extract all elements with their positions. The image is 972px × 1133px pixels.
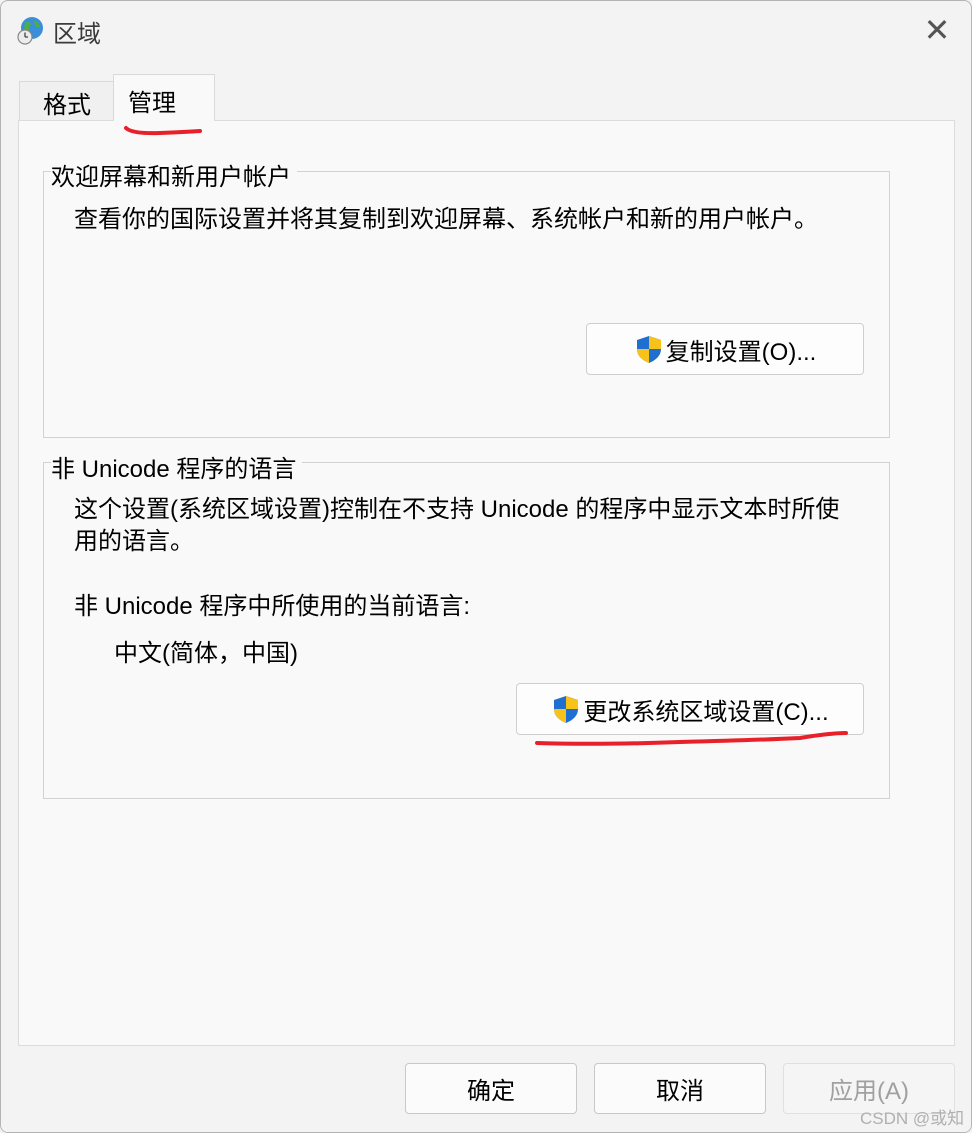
tab-administrative[interactable]: 管理 xyxy=(113,74,215,121)
welcome-screen-description: 查看你的国际设置并将其复制到欢迎屏幕、系统帐户和新的用户帐户。 xyxy=(74,206,818,233)
uac-shield-icon xyxy=(554,696,579,723)
tab-format-label: 格式 xyxy=(43,91,91,119)
tab-administrative-label: 管理 xyxy=(128,90,176,117)
globe-clock-icon xyxy=(17,17,43,45)
current-language-label: 非 Unicode 程序中所使用的当前语言: xyxy=(74,593,471,620)
welcome-screen-group-title: 欢迎屏幕和新用户帐户 xyxy=(51,157,297,192)
ok-button[interactable]: 确定 xyxy=(405,1063,577,1114)
title-bar: 区域 ✕ xyxy=(1,1,971,59)
copy-settings-button[interactable]: 复制设置(O)... xyxy=(586,323,864,375)
window-title: 区域 xyxy=(53,21,101,48)
close-icon: ✕ xyxy=(923,12,951,48)
change-system-locale-button[interactable]: 更改系统区域设置(C)... xyxy=(516,683,864,735)
tab-panel-administrative: 欢迎屏幕和新用户帐户 查看你的国际设置并将其复制到欢迎屏幕、系统帐户和新的用户帐… xyxy=(18,120,955,1046)
copy-settings-label: 复制设置(O)... xyxy=(665,338,817,366)
non-unicode-description-line2: 用的语言。 xyxy=(74,528,194,555)
tab-format[interactable]: 格式 xyxy=(19,81,115,122)
ok-label: 确定 xyxy=(467,1078,515,1105)
non-unicode-group-title: 非 Unicode 程序的语言 xyxy=(51,449,303,484)
close-button[interactable]: ✕ xyxy=(907,1,967,59)
cancel-label: 取消 xyxy=(656,1078,704,1105)
apply-label: 应用(A) xyxy=(829,1078,909,1105)
current-language-value: 中文(简体，中国) xyxy=(114,640,298,667)
change-system-locale-label: 更改系统区域设置(C)... xyxy=(583,698,829,726)
uac-shield-icon xyxy=(636,336,661,363)
region-dialog: 区域 ✕ 格式 管理 欢迎屏幕和新用户帐户 查看你的国际设置并将其复制到欢迎屏幕… xyxy=(0,0,972,1133)
watermark: CSDN @或知 xyxy=(860,1109,965,1128)
non-unicode-description-line1: 这个设置(系统区域设置)控制在不支持 Unicode 的程序中显示文本时所使 xyxy=(74,496,840,523)
cancel-button[interactable]: 取消 xyxy=(594,1063,766,1114)
